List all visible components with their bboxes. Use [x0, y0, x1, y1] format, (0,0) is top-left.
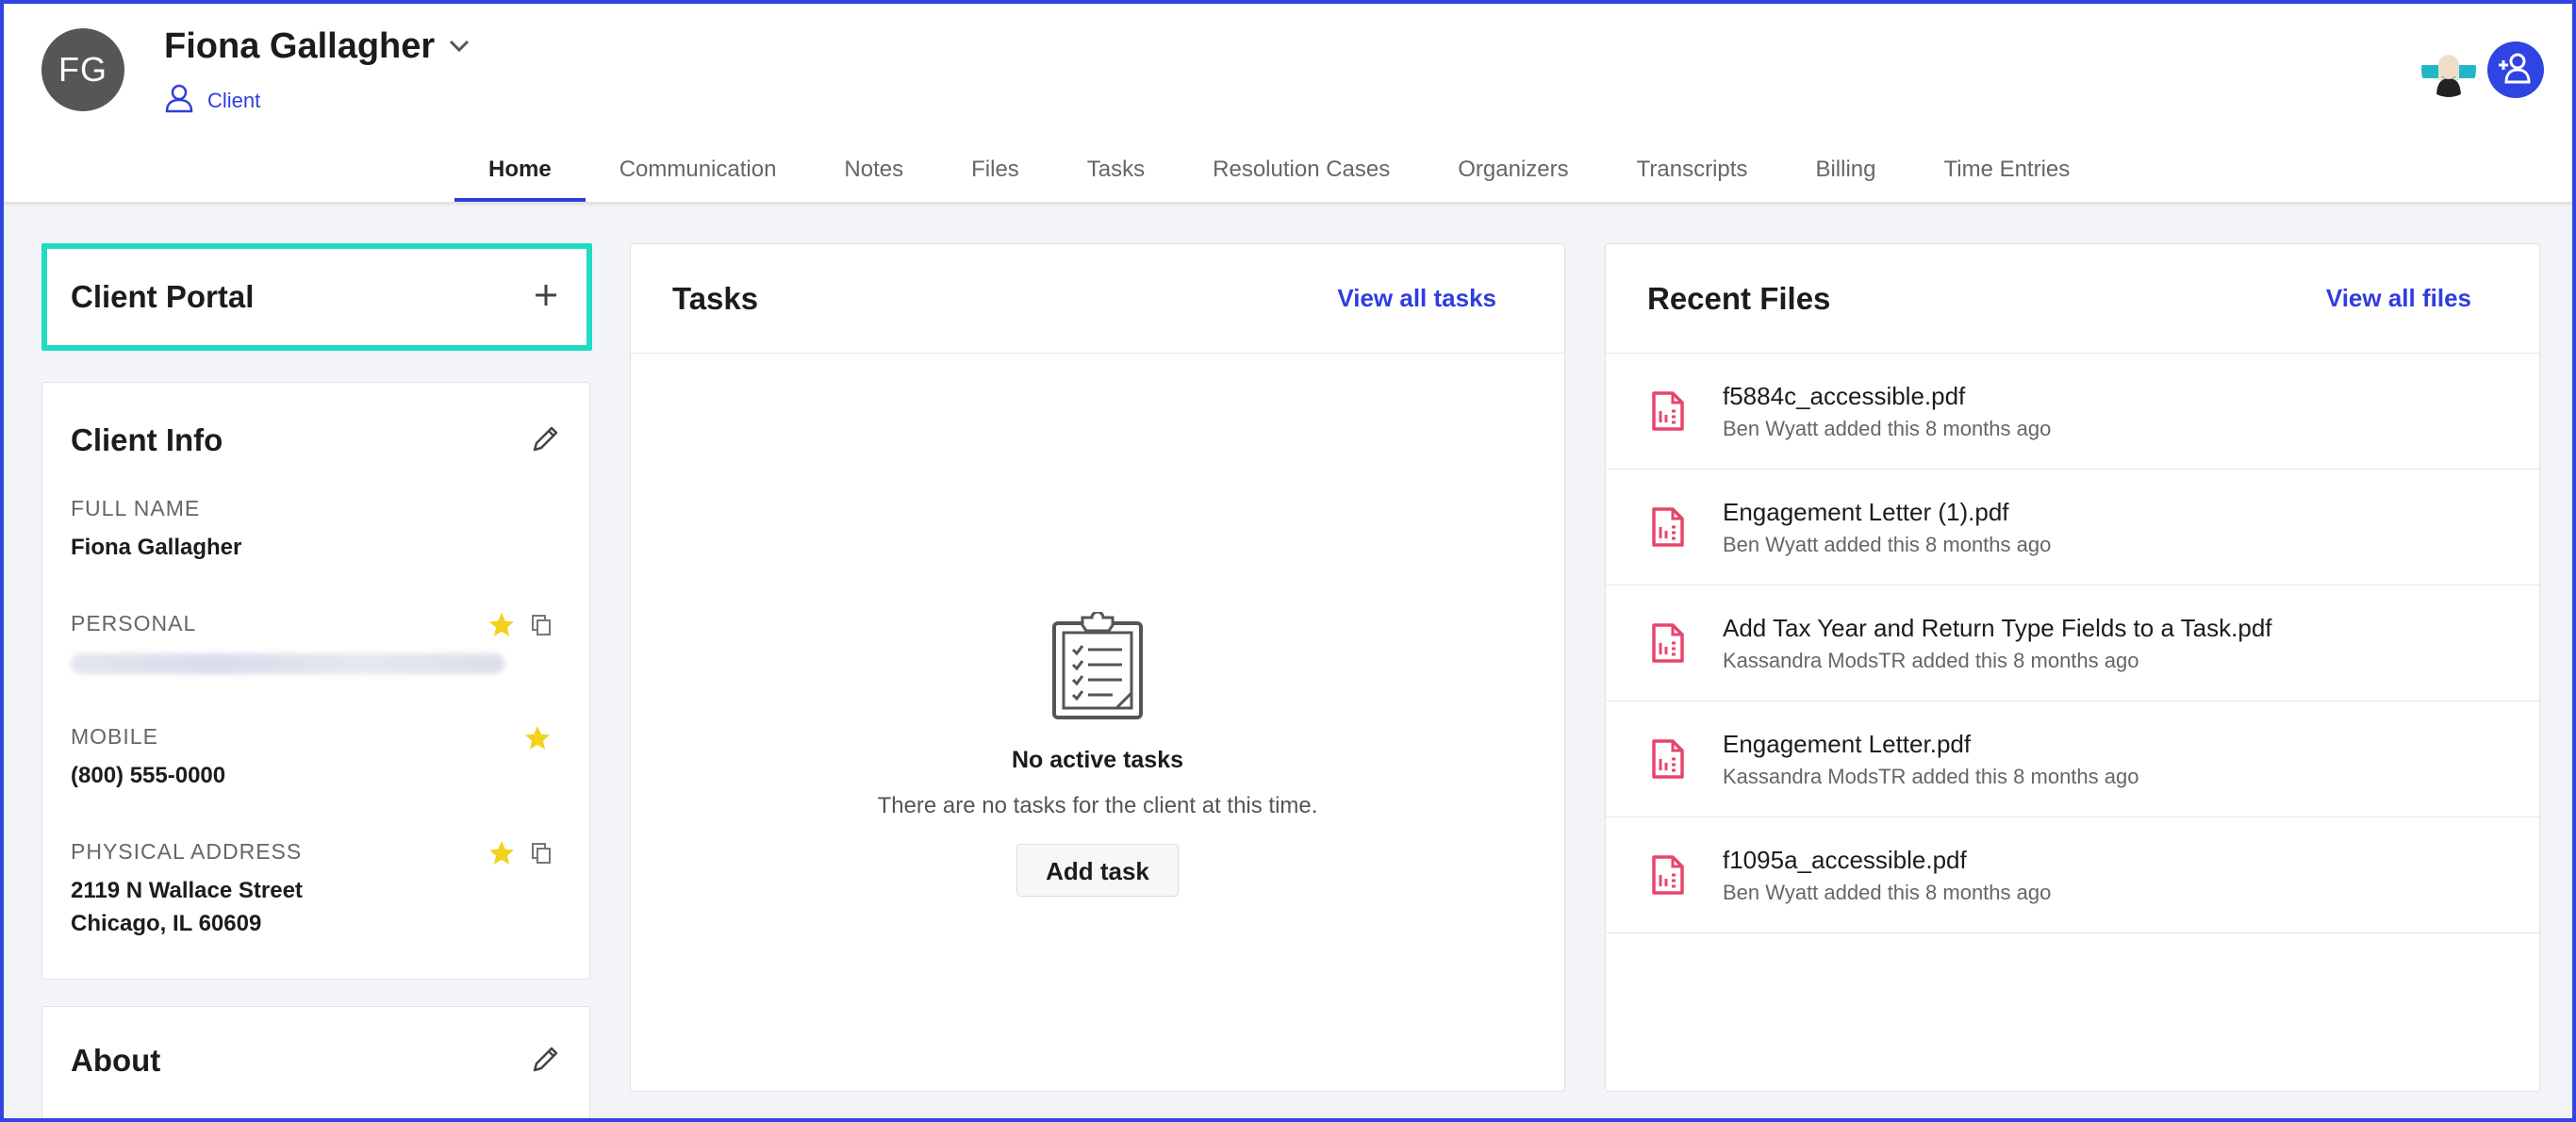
tasks-title: Tasks: [672, 280, 759, 316]
file-name[interactable]: f1095a_accessible.pdf: [1723, 846, 2051, 875]
personal-email-field: PERSONAL: [71, 611, 561, 674]
mobile-field: MOBILE (800) 555-0000: [71, 724, 561, 792]
copy-icon[interactable]: [531, 614, 552, 641]
chevron-down-icon[interactable]: [445, 32, 473, 60]
physical-address-field: PHYSICAL ADDRESS 2119 N Wallace Street C…: [71, 839, 561, 940]
file-name[interactable]: Add Tax Year and Return Type Fields to a…: [1723, 614, 2272, 643]
tab-organizers[interactable]: Organizers: [1424, 138, 1602, 202]
client-header: FG Fiona Gallagher Client Home Communica…: [0, 0, 2576, 202]
user-avatar[interactable]: [2421, 42, 2476, 97]
user-icon: [164, 83, 194, 119]
file-name[interactable]: f5884c_accessible.pdf: [1723, 382, 2051, 411]
no-active-tasks-message: There are no tasks for the client at thi…: [877, 793, 1318, 818]
star-icon[interactable]: [487, 839, 516, 872]
tab-tasks[interactable]: Tasks: [1053, 138, 1179, 202]
pdf-file-icon: [1651, 622, 1685, 664]
full-name-value: Fiona Gallagher: [71, 535, 242, 560]
file-name[interactable]: Engagement Letter (1).pdf: [1723, 498, 2051, 527]
view-all-tasks-link[interactable]: View all tasks: [1337, 284, 1496, 313]
client-portal-title: Client Portal: [71, 279, 255, 314]
add-user-icon: [2497, 52, 2535, 89]
star-icon[interactable]: [523, 724, 552, 757]
pdf-file-icon: [1651, 506, 1685, 548]
pdf-file-icon: [1651, 738, 1685, 780]
clipboard-icon: [1050, 610, 1145, 725]
add-task-button[interactable]: Add task: [1016, 844, 1179, 897]
pdf-file-icon: [1651, 390, 1685, 432]
tab-notes[interactable]: Notes: [810, 138, 937, 202]
file-meta: Kassandra ModsTR added this 8 months ago: [1723, 648, 2139, 672]
star-icon[interactable]: [487, 611, 516, 644]
file-row[interactable]: Engagement Letter (1).pdf Ben Wyatt adde…: [1606, 470, 2539, 586]
full-name-label: FULL NAME: [71, 496, 201, 520]
add-user-button[interactable]: [2487, 41, 2544, 98]
pencil-icon[interactable]: [531, 1044, 561, 1079]
tab-files[interactable]: Files: [937, 138, 1053, 202]
about-title: About: [71, 1043, 161, 1078]
tab-time-entries[interactable]: Time Entries: [1909, 138, 2104, 202]
file-row[interactable]: f1095a_accessible.pdf Ben Wyatt added th…: [1606, 817, 2539, 933]
client-info-card: Client Info FULL NAME Fiona Gallagher PE…: [41, 382, 590, 980]
client-role-label: Client: [207, 89, 261, 112]
client-info-title: Client Info: [71, 422, 223, 457]
recent-files-card: Recent Files View all files f5884c_acces…: [1605, 243, 2540, 1092]
tab-home[interactable]: Home: [454, 138, 586, 202]
header-actions: [2421, 41, 2544, 98]
client-avatar: FG: [41, 28, 124, 111]
file-row[interactable]: Add Tax Year and Return Type Fields to a…: [1606, 586, 2539, 701]
client-portal-card[interactable]: Client Portal: [41, 243, 592, 351]
copy-icon[interactable]: [531, 842, 552, 869]
tab-bar: Home Communication Notes Files Tasks Res…: [454, 138, 2104, 202]
personal-email-value-redacted: [71, 653, 504, 674]
client-role: Client: [164, 83, 260, 119]
no-active-tasks-title: No active tasks: [1011, 747, 1184, 773]
file-meta: Ben Wyatt added this 8 months ago: [1723, 532, 2052, 556]
file-meta: Ben Wyatt added this 8 months ago: [1723, 416, 2052, 440]
address-line-2: Chicago, IL 60609: [71, 911, 262, 936]
mobile-value: (800) 555-0000: [71, 763, 226, 788]
file-meta: Ben Wyatt added this 8 months ago: [1723, 880, 2052, 904]
tab-communication[interactable]: Communication: [586, 138, 811, 202]
file-name[interactable]: Engagement Letter.pdf: [1723, 730, 2138, 759]
recent-files-title: Recent Files: [1647, 280, 1831, 316]
tasks-empty-state: No active tasks There are no tasks for t…: [631, 610, 1564, 897]
pdf-file-icon: [1651, 854, 1685, 896]
tab-transcripts[interactable]: Transcripts: [1603, 138, 1782, 202]
about-card: About: [41, 1006, 590, 1122]
address-line-1: 2119 N Wallace Street: [71, 878, 303, 903]
tasks-card: Tasks View all tasks No active tasks The…: [630, 243, 1565, 1092]
file-row[interactable]: Engagement Letter.pdf Kassandra ModsTR a…: [1606, 701, 2539, 817]
tab-resolution-cases[interactable]: Resolution Cases: [1179, 138, 1424, 202]
file-row[interactable]: f5884c_accessible.pdf Ben Wyatt added th…: [1606, 354, 2539, 470]
client-name: Fiona Gallagher: [164, 26, 436, 66]
full-name-field: FULL NAME Fiona Gallagher: [71, 496, 561, 564]
mobile-label: MOBILE: [71, 724, 158, 749]
pencil-icon[interactable]: [531, 423, 561, 458]
file-meta: Kassandra ModsTR added this 8 months ago: [1723, 764, 2139, 788]
tab-billing[interactable]: Billing: [1781, 138, 1909, 202]
plus-icon[interactable]: [534, 283, 558, 312]
view-all-files-link[interactable]: View all files: [2326, 284, 2471, 313]
